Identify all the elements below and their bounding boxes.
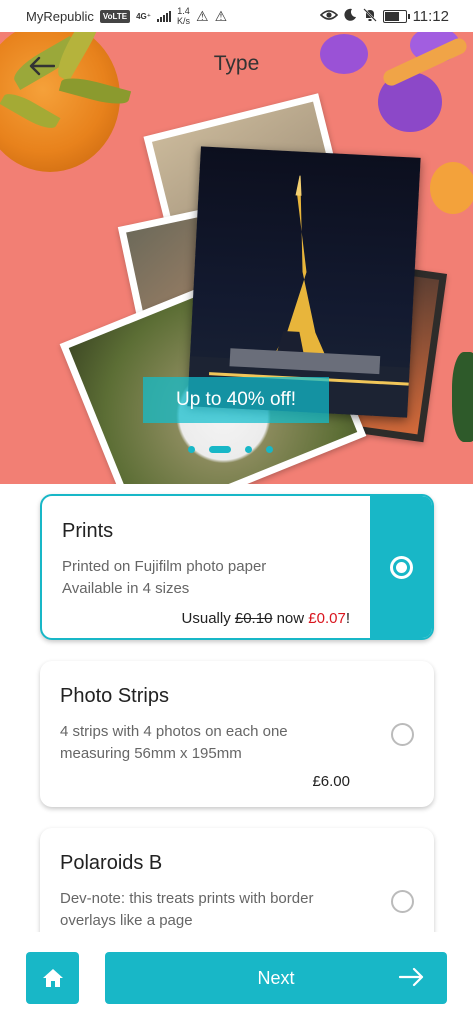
radio-wrap bbox=[391, 661, 414, 807]
promo-banner[interactable]: Up to 40% off! bbox=[143, 377, 329, 423]
battery-icon bbox=[382, 9, 410, 23]
option-price: £6.00 bbox=[312, 773, 350, 790]
option-card-photo-strips[interactable]: Photo Strips 4 strips with 4 photos on e… bbox=[40, 661, 434, 807]
option-title: Polaroids B bbox=[60, 852, 163, 874]
clock: 11:12 bbox=[412, 7, 449, 25]
option-description-line: Available in 4 sizes bbox=[62, 580, 190, 597]
green-leaf-decoration bbox=[452, 352, 473, 442]
option-description: Dev-note: this treats prints with border… bbox=[60, 888, 313, 932]
moon-icon bbox=[343, 8, 357, 24]
eye-icon bbox=[319, 8, 338, 24]
option-description: Printed on Fujifilm photo paper Availabl… bbox=[62, 556, 266, 600]
price-prefix: Usually bbox=[181, 610, 235, 627]
next-button[interactable]: Next bbox=[105, 952, 447, 1004]
radio-selected-icon[interactable] bbox=[389, 555, 413, 579]
sale-price: £0.07 bbox=[308, 610, 346, 627]
network-type: 4G⁺ bbox=[136, 11, 151, 21]
option-description-line: Dev-note: this treats prints with border bbox=[60, 890, 314, 907]
carousel-indicator bbox=[188, 446, 273, 453]
carousel-dot-active[interactable] bbox=[209, 446, 231, 453]
status-right: 11:12 bbox=[319, 7, 449, 25]
network-speed: 1.4 K/s bbox=[177, 6, 190, 26]
option-description-line: measuring 56mm x 195mm bbox=[60, 745, 242, 762]
speed-value: 1.4 bbox=[177, 6, 190, 16]
signal-icon bbox=[156, 10, 171, 22]
option-title: Photo Strips bbox=[60, 685, 169, 707]
radio-unselected-icon[interactable] bbox=[391, 889, 414, 913]
option-description-line: overlays like a page bbox=[60, 912, 193, 929]
warning-icon: ⚠ bbox=[214, 7, 228, 24]
home-icon bbox=[42, 969, 63, 987]
old-price: £0.10 bbox=[234, 610, 273, 627]
speed-unit: K/s bbox=[176, 16, 190, 26]
bottom-action-bar: Next bbox=[0, 932, 473, 1024]
carrier-name: MyRepublic bbox=[26, 8, 94, 24]
radio-unselected-icon[interactable] bbox=[391, 722, 414, 746]
warning-icon: ⚠ bbox=[196, 7, 209, 24]
option-card-prints[interactable]: Prints Printed on Fujifilm photo paper A… bbox=[40, 494, 434, 640]
option-title: Prints bbox=[62, 520, 114, 542]
selected-indicator-strip[interactable] bbox=[370, 496, 432, 638]
status-left: MyRepublic VoLTE 4G⁺ 1.4 K/s ⚠ ⚠ bbox=[26, 6, 227, 26]
carousel-dot[interactable] bbox=[266, 446, 273, 453]
orange-flower-decoration bbox=[430, 162, 473, 214]
price-suffix: ! bbox=[345, 610, 350, 627]
next-button-label: Next bbox=[257, 967, 295, 988]
option-price: Usually £0.10 now £0.07! bbox=[182, 610, 350, 627]
arrow-right-icon bbox=[399, 967, 424, 987]
carousel-dot[interactable] bbox=[245, 446, 252, 453]
page-title: Type bbox=[213, 52, 260, 75]
option-description: 4 strips with 4 photos on each one measu… bbox=[60, 721, 288, 765]
option-description-line: Printed on Fujifilm photo paper bbox=[62, 558, 267, 575]
carousel-dot[interactable] bbox=[188, 446, 195, 453]
option-description-line: 4 strips with 4 photos on each one bbox=[60, 723, 288, 740]
bell-off-icon bbox=[362, 7, 377, 25]
status-bar: MyRepublic VoLTE 4G⁺ 1.4 K/s ⚠ ⚠ 11:12 bbox=[0, 0, 473, 32]
hero-carousel[interactable]: Type Up to 40% off! bbox=[0, 32, 473, 484]
home-button[interactable] bbox=[26, 952, 79, 1004]
volte-icon: VoLTE bbox=[99, 9, 131, 23]
price-mid: now bbox=[272, 610, 309, 627]
